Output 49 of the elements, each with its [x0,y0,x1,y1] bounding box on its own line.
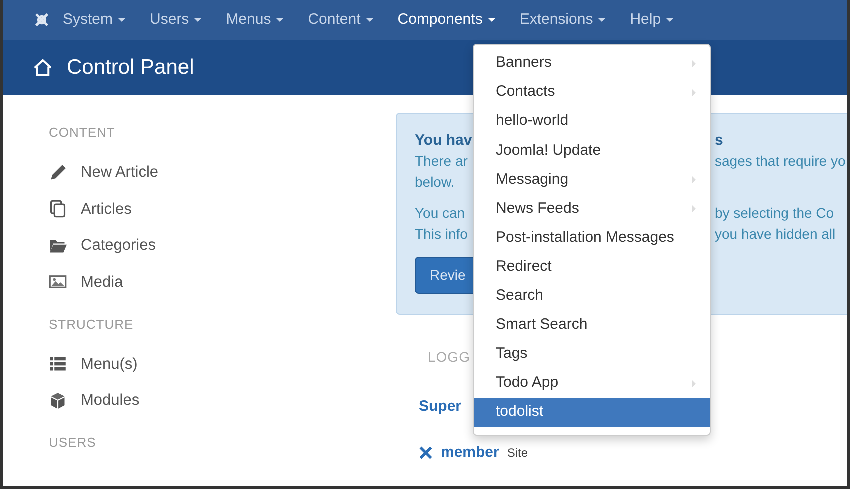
pencil-icon [49,164,67,182]
menu-item[interactable]: Banners [474,49,710,78]
alert-text: This info [415,225,469,244]
menu-item[interactable]: todolist [474,398,710,428]
menu-item[interactable]: Help [618,8,686,32]
menu-item[interactable]: Smart Search [474,310,710,340]
menu-item[interactable]: Todo App [474,369,710,398]
menu-item[interactable]: Post-installation Messages [474,224,710,253]
menu-item[interactable]: Users [138,8,214,32]
sidebar-link[interactable]: New Article [81,161,159,184]
menu-item[interactable]: Content [296,8,386,32]
menu-item[interactable]: Joomla! Update [474,136,710,166]
menu-item[interactable]: System [51,8,138,32]
pages-icon [49,200,67,218]
sidebar-link[interactable]: Menu(s) [81,352,138,376]
alert-text: you have hidden all [715,225,836,244]
alert-text: You can [415,204,466,223]
alert-text: There ar [415,152,469,171]
section-heading: STRUCTURE [49,316,135,334]
section-heading: CONTENT [49,124,116,142]
joomla-logo-icon [33,11,51,29]
home-icon [33,58,53,78]
alert-text: by selecting the Co [715,204,834,223]
menu-item[interactable]: Extensions [508,8,618,32]
section-heading: USERS [49,434,98,452]
menu-item[interactable]: Components [386,8,508,32]
section-heading: LOGG [428,348,470,367]
list-icon [49,355,67,374]
menu-item[interactable]: Contacts [474,78,710,108]
menu-item[interactable]: Menus [214,8,296,32]
cube-icon [49,392,67,410]
menu-item[interactable]: hello-world [474,107,710,136]
location-label: Site [507,445,528,462]
close-icon [419,446,433,460]
user-name-link[interactable]: member [441,442,500,464]
sidebar-link[interactable]: Categories [81,234,156,258]
alert-text: sages that require yo [715,152,846,171]
alert-text: below. [415,173,456,192]
sidebar-link[interactable]: Modules [81,389,140,412]
sidebar-link[interactable]: Media [81,270,124,294]
alert-text: s [715,131,724,151]
menu-item[interactable]: Tags [474,340,710,370]
sidebar-link[interactable]: Articles [81,198,132,221]
user-group-link[interactable]: Super [419,396,462,418]
menu-item[interactable]: Messaging [474,165,710,194]
alert-text: You hav [415,131,474,151]
image-icon [49,273,67,292]
page-title: Control Panel [67,54,194,81]
menu-item[interactable]: News Feeds [474,194,710,224]
